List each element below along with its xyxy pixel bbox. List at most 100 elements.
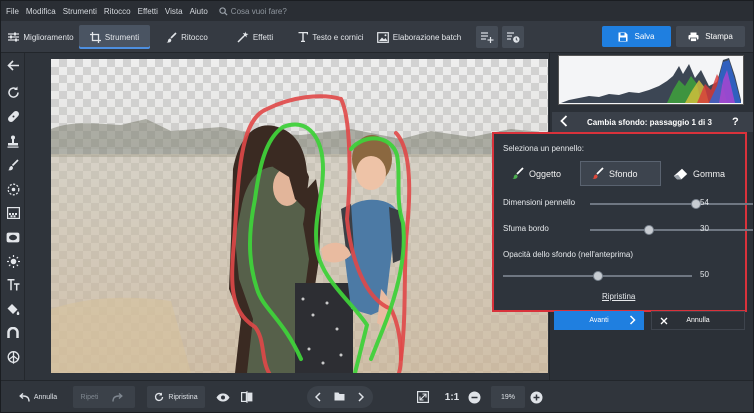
menu-effetti[interactable]: Effetti <box>138 7 158 16</box>
chevron-right-icon <box>629 315 636 325</box>
select-brush-label: Seleziona un pennello: <box>503 144 584 153</box>
left-tool-strip <box>1 53 25 380</box>
help-button[interactable]: ? <box>732 116 739 128</box>
next-button[interactable]: Avanti <box>554 311 644 330</box>
zoom-level-field[interactable]: 19% <box>491 386 525 408</box>
tab-label: Effetti <box>252 32 274 42</box>
bottom-bar: Annulla Ripeti Ripristina 1:1 19% <box>1 380 753 412</box>
magnet-icon <box>7 327 19 338</box>
tab-effetti[interactable]: Effetti <box>226 25 284 49</box>
tab-label: Testo e cornici <box>312 32 364 42</box>
brush-size-slider[interactable] <box>590 199 753 209</box>
tab-label: Strumenti <box>104 32 140 42</box>
redo-button[interactable]: Ripeti <box>73 386 135 408</box>
light-tool[interactable] <box>5 253 21 269</box>
cancel-button[interactable]: Annulla <box>651 311 745 330</box>
tab-strumenti[interactable]: Strumenti <box>79 25 150 49</box>
back-arrow-button[interactable] <box>5 57 21 73</box>
green-brush-icon <box>512 167 524 179</box>
gradient-tool[interactable] <box>5 205 21 221</box>
histogram-graph <box>561 58 741 103</box>
red-brush-icon <box>592 167 604 179</box>
brush-oggetto-button[interactable]: Oggetto <box>503 161 573 186</box>
paintbrush-icon <box>7 159 19 171</box>
tab-elaborazione-batch[interactable]: Elaborazione batch <box>375 25 463 49</box>
photo-preview[interactable] <box>51 59 548 373</box>
tab-label: Miglioramento <box>23 32 74 42</box>
brush-icon <box>166 31 177 43</box>
feather-value: 30 <box>700 224 709 233</box>
menu-ritocco[interactable]: Ritocco <box>104 7 131 16</box>
zoom-out-button[interactable] <box>467 386 485 408</box>
histogram <box>558 55 744 105</box>
zoom-in-button[interactable] <box>529 386 547 408</box>
background-tool[interactable] <box>5 349 21 365</box>
feather-label: Sfuma bordo <box>503 224 549 233</box>
undo-icon <box>18 392 30 402</box>
shield-split-icon <box>7 350 19 364</box>
feather-slider[interactable] <box>590 225 753 235</box>
tab-ritocco[interactable]: Ritocco <box>156 25 218 49</box>
reset-button[interactable]: Ripristina <box>147 386 205 408</box>
tab-testo-cornici[interactable]: Testo e cornici <box>293 25 369 49</box>
actual-size-button[interactable]: 1:1 <box>441 386 463 408</box>
compare-button[interactable] <box>239 386 259 408</box>
prev-file-button[interactable] <box>314 392 325 404</box>
fit-screen-button[interactable] <box>415 386 435 408</box>
step-header: Cambia sfondo: passaggio 1 di 3 ? <box>552 112 753 132</box>
print-button[interactable]: Stampa <box>676 26 745 47</box>
undo-button[interactable]: Annulla <box>7 386 69 408</box>
preview-toggle[interactable] <box>215 386 235 408</box>
list-add-icon <box>480 32 493 43</box>
stamp-icon <box>7 135 19 148</box>
cancel-label: Annulla <box>686 317 710 324</box>
menu-modifica[interactable]: Modifica <box>26 7 56 16</box>
list-history-icon <box>506 32 519 43</box>
open-folder-button[interactable] <box>334 392 349 403</box>
brush-label: Oggetto <box>529 168 562 179</box>
back-arrow-icon <box>6 59 19 71</box>
file-navigation <box>307 386 373 408</box>
opacity-value: 50 <box>700 270 709 279</box>
brush-tool[interactable] <box>5 157 21 173</box>
text-tt-icon <box>7 279 19 291</box>
fit-screen-icon <box>417 391 429 403</box>
rotate-tool[interactable] <box>5 84 21 100</box>
redo-label: Ripeti <box>80 393 99 401</box>
menu-vista[interactable]: Vista <box>165 7 183 16</box>
vignette-icon <box>6 232 20 242</box>
clone-stamp-tool[interactable] <box>5 133 21 149</box>
next-file-button[interactable] <box>358 392 368 404</box>
brush-settings-popup: Seleziona un pennello: Oggetto Sfondo Go… <box>492 132 753 312</box>
rotate-icon <box>7 86 19 98</box>
app-window: File Modifica Strumenti Ritocco Effetti … <box>0 0 754 413</box>
step-back-button[interactable] <box>560 115 568 129</box>
selection-tool[interactable] <box>5 181 21 197</box>
compare-icon <box>241 391 253 403</box>
opacity-knob[interactable] <box>592 271 603 281</box>
feather-knob[interactable] <box>643 225 654 235</box>
history-list-button[interactable] <box>502 26 524 48</box>
chevron-right-icon <box>358 392 365 402</box>
reset-label: Ripristina <box>168 393 198 401</box>
photo-image <box>51 59 548 373</box>
crop-icon <box>89 31 101 43</box>
gradient-grid-icon <box>6 207 20 219</box>
vignette-tool[interactable] <box>5 229 21 245</box>
opacity-slider[interactable] <box>503 271 692 281</box>
add-list-button[interactable] <box>476 26 498 48</box>
menu-bar: File Modifica Strumenti Ritocco Effetti … <box>1 1 753 21</box>
menu-file[interactable]: File <box>6 7 19 16</box>
menu-aiuto[interactable]: Aiuto <box>190 7 208 16</box>
text-tool[interactable] <box>5 277 21 293</box>
brush-sfondo-button[interactable]: Sfondo <box>580 161 661 186</box>
reset-link[interactable]: Ripristina <box>602 292 635 301</box>
brush-gomma-button[interactable]: Gomma <box>670 161 744 186</box>
menu-strumenti[interactable]: Strumenti <box>63 7 97 16</box>
menu-search[interactable]: Cosa vuoi fare? <box>219 7 287 16</box>
magnet-tool[interactable] <box>5 325 21 341</box>
tab-miglioramento[interactable]: Miglioramento <box>6 25 76 49</box>
healing-tool[interactable] <box>5 108 21 124</box>
fill-tool[interactable] <box>5 301 21 317</box>
save-button[interactable]: Salva <box>602 26 671 47</box>
